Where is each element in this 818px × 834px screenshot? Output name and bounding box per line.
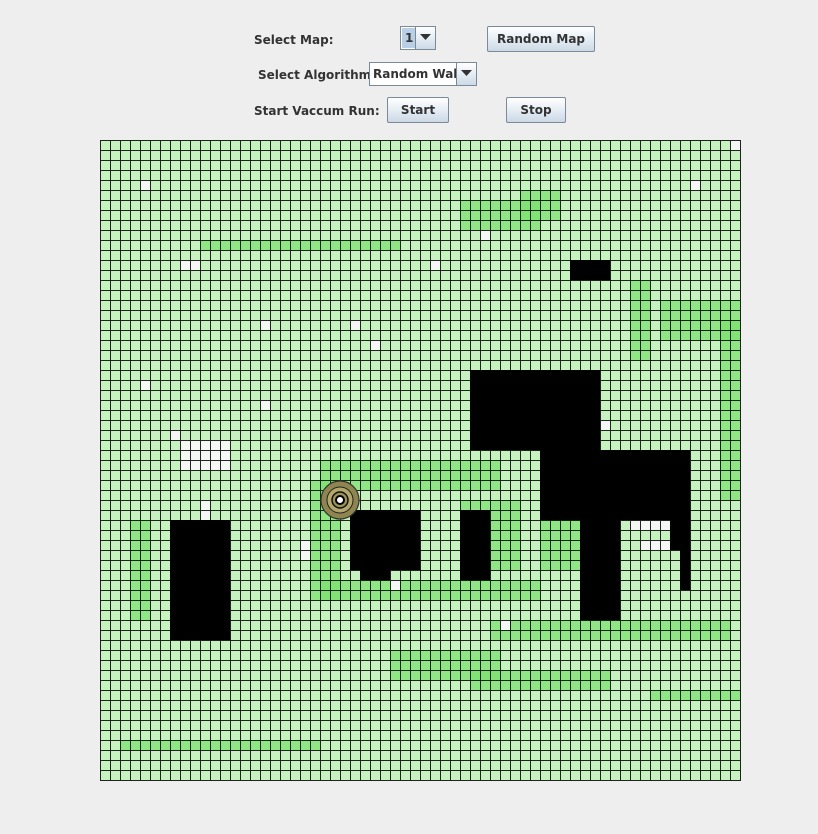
uncleaned-cell [370,340,380,350]
uncleaned-cell [500,620,510,630]
algorithm-select[interactable]: Random Walk [369,62,477,86]
start-run-label: Start Vaccum Run: [254,104,380,118]
uncleaned-cell [260,320,270,330]
cleaned-path [650,690,741,700]
uncleaned-cell [600,420,610,430]
select-map-label: Select Map: [254,33,334,47]
obstacle [360,570,390,580]
uncleaned-cell [390,580,400,590]
uncleaned-cell [350,320,360,330]
select-algorithm-label: Select Algorithm: [258,68,376,82]
uncleaned-cell [140,380,150,390]
algorithm-select-value: Random Walk [373,67,466,81]
random-map-button[interactable]: Random Map [487,26,595,52]
uncleaned-cell [180,440,230,470]
chevron-down-icon[interactable] [415,27,435,49]
uncleaned-cell [430,260,440,270]
uncleaned-cell [730,140,740,150]
start-button[interactable]: Start [387,97,449,123]
uncleaned-cell [640,540,670,550]
uncleaned-cell [140,180,150,190]
vacuum-robot-icon [320,480,360,520]
uncleaned-cell [260,400,270,410]
chevron-down-icon[interactable] [456,63,476,85]
grid-canvas [100,140,741,781]
uncleaned-cell [170,430,180,440]
vacuum-map-grid [100,140,741,781]
uncleaned-cell [690,180,700,190]
map-select[interactable]: 1 [400,26,436,50]
stop-button[interactable]: Stop [506,97,566,123]
uncleaned-cell [480,230,490,240]
